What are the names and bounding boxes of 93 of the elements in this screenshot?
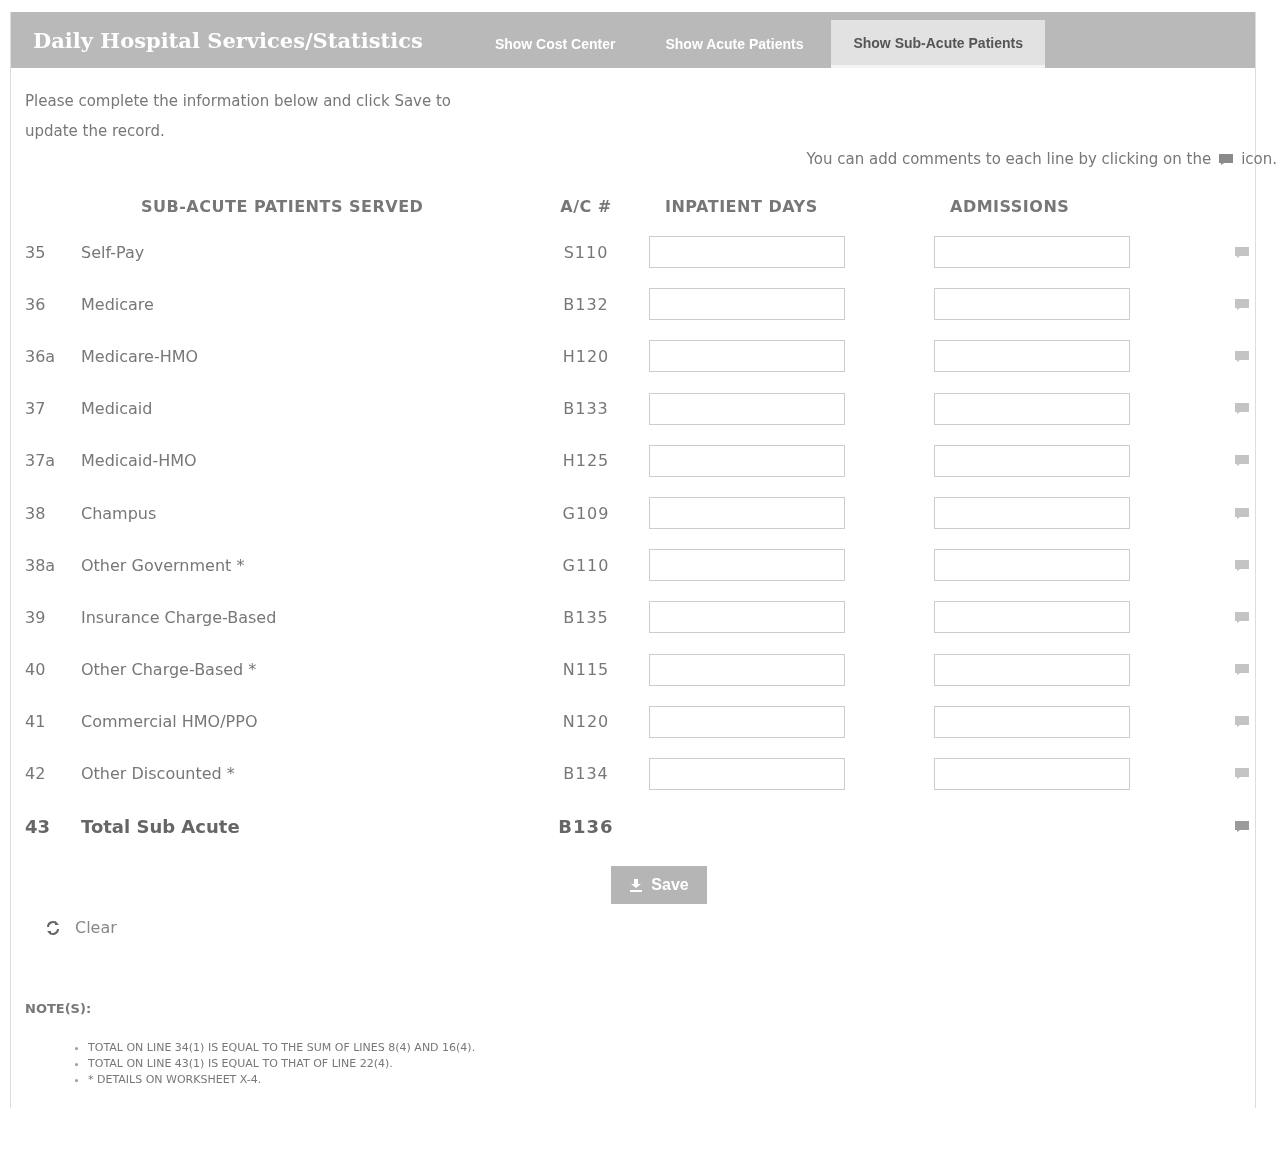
line-number: 40 [25, 660, 47, 680]
note-text: TOTAL ON LINE 43(1) IS EQUAL TO THAT OF LINE 22(4). [88, 1056, 393, 1073]
column-header: ADMISSIONS [949, 196, 1071, 216]
input-field[interactable] [934, 392, 1130, 425]
row-label: Total Sub Acute [81, 815, 241, 837]
input-field[interactable] [934, 340, 1130, 373]
input-field[interactable] [934, 601, 1130, 634]
row-label: Champus [81, 503, 158, 523]
row-label: Commercial HMO/PPO [81, 712, 259, 732]
account-code: S110 [562, 242, 610, 262]
account-code: H120 [561, 346, 611, 366]
input-field[interactable] [649, 757, 845, 790]
line-number: 37 [25, 399, 47, 419]
notes-title: NOTE(S): [25, 1001, 93, 1017]
tab[interactable]: Show Sub-Acute Patients [831, 20, 1045, 68]
line-number: 38 [25, 503, 47, 523]
page-title: Daily Hospital Services/Statistics [33, 27, 423, 53]
note-text: TOTAL ON LINE 34(1) IS EQUAL TO THE SUM OF LINES 8(4) AND 16(4). [88, 1040, 476, 1057]
row-label: Other Charge-Based * [81, 660, 258, 680]
account-code: G109 [561, 503, 611, 523]
input-field[interactable] [934, 444, 1130, 477]
input-field[interactable] [649, 705, 845, 738]
bullet-icon [75, 1046, 78, 1050]
comment-icon[interactable] [1235, 611, 1249, 623]
row-label: Insurance Charge-Based [81, 607, 278, 627]
comment-icon[interactable] [1235, 507, 1249, 519]
instruction-text: Please complete the information below and click Save to update the record. [25, 91, 453, 142]
line-number: 42 [25, 764, 47, 784]
input-field[interactable] [649, 497, 845, 530]
comment-icon[interactable] [1235, 350, 1249, 362]
save-button[interactable]: Save [611, 866, 707, 905]
comment-icon[interactable] [1235, 820, 1249, 832]
comment-icon[interactable] [1235, 455, 1249, 467]
comment-icon[interactable] [1235, 559, 1249, 571]
input-field[interactable] [649, 236, 845, 269]
account-code: B135 [562, 607, 610, 627]
comment-icon[interactable] [1235, 403, 1249, 415]
line-number: 41 [25, 712, 47, 732]
hint-text: icon. [1241, 150, 1277, 168]
input-field[interactable] [649, 549, 845, 582]
input-field[interactable] [934, 653, 1130, 686]
comment-icon[interactable] [1235, 768, 1249, 780]
download-icon [629, 878, 644, 893]
line-number: 38a [25, 555, 57, 575]
comment-icon[interactable] [1235, 664, 1249, 676]
input-field[interactable] [934, 288, 1130, 321]
account-code: N120 [561, 712, 611, 732]
column-header: A/C # [559, 196, 613, 216]
account-code: H125 [561, 451, 611, 471]
input-field[interactable] [934, 236, 1130, 269]
account-code: B133 [562, 399, 610, 419]
line-number: 36 [25, 294, 47, 314]
account-code: B134 [562, 764, 610, 784]
input-field[interactable] [649, 340, 845, 373]
input-field[interactable] [649, 653, 845, 686]
input-field[interactable] [934, 497, 1130, 530]
row-label: Medicare [81, 294, 155, 314]
input-field[interactable] [934, 705, 1130, 738]
input-field[interactable] [649, 392, 845, 425]
input-field[interactable] [934, 757, 1130, 790]
column-header: INPATIENT DAYS [664, 196, 819, 216]
comment-icon[interactable] [1235, 716, 1249, 728]
row-label: Self-Pay [81, 242, 146, 262]
account-code: B132 [562, 294, 610, 314]
input-field[interactable] [649, 601, 845, 634]
row-label: Medicaid [81, 399, 154, 419]
note-text: * DETAILS ON WORKSHEET X-4. [88, 1072, 262, 1089]
bullet-icon [75, 1078, 78, 1082]
row-label: Medicaid-HMO [81, 451, 198, 471]
clear-button[interactable]: Clear [41, 914, 121, 942]
hint-text: You can add comments to each line by clicking on the [806, 150, 1212, 168]
row-label: Other Government * [81, 555, 246, 575]
comment-icon[interactable] [1235, 298, 1249, 310]
account-code: B136 [557, 815, 615, 837]
row-label: Other Discounted * [81, 764, 236, 784]
tab[interactable]: Show Cost Center [472, 20, 638, 68]
comment-icon[interactable] [1235, 246, 1249, 258]
refresh-icon [45, 919, 61, 936]
line-number: 36a [25, 346, 57, 366]
line-number: 39 [25, 607, 47, 627]
row-label: Medicare-HMO [81, 346, 200, 366]
input-field[interactable] [934, 549, 1130, 582]
input-field[interactable] [649, 444, 845, 477]
account-code: G110 [561, 555, 611, 575]
line-number: 43 [25, 815, 52, 837]
input-field[interactable] [649, 288, 845, 321]
bullet-icon [75, 1062, 78, 1066]
tab[interactable]: Show Acute Patients [643, 20, 826, 68]
line-number: 37a [25, 451, 57, 471]
column-header: SUB-ACUTE PATIENTS SERVED [140, 196, 425, 216]
comment-icon [1219, 153, 1234, 165]
line-number: 35 [25, 242, 47, 262]
account-code: N115 [561, 660, 611, 680]
